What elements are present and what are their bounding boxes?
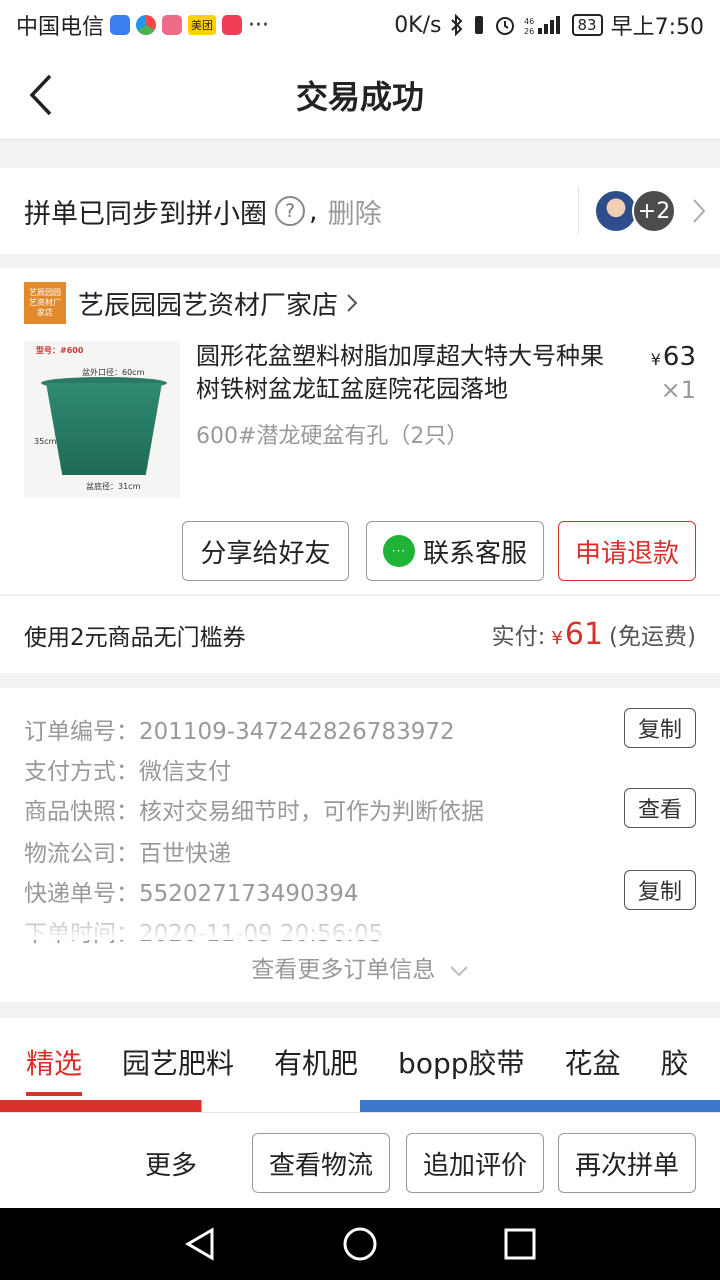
tab-tape[interactable]: 胶	[661, 1042, 689, 1082]
recommendation-banner[interactable]	[0, 1100, 720, 1112]
network-speed: 0K/s	[394, 12, 442, 38]
fade-overlay	[0, 910, 720, 940]
nav-bar: 交易成功	[0, 50, 720, 140]
snapshot-description: 核对交易细节时，可作为判断依据	[139, 799, 484, 825]
order-info-card: 订单编号：201109-347242826783972 复制 支付方式：微信支付…	[0, 688, 720, 1002]
bluetooth-icon	[450, 14, 462, 36]
tracking-number-row: 快递单号：552027173490394	[24, 874, 359, 908]
image-model-label: 型号：#600	[36, 346, 84, 355]
chevron-right-icon	[347, 294, 358, 312]
help-icon[interactable]: ?	[275, 196, 305, 226]
paid-label: 实付:	[491, 624, 546, 650]
reorder-button[interactable]: 再次拼单	[558, 1133, 696, 1193]
copy-order-number-button[interactable]: 复制	[624, 708, 696, 748]
coupon-text: 使用2元商品无门槛券	[24, 624, 246, 651]
payment-method-row: 支付方式：微信支付	[24, 752, 231, 786]
chevron-right-icon[interactable]	[692, 198, 706, 224]
product-title[interactable]: 圆形花盆塑料树脂加厚超大特大号种果树铁树盆龙缸盆庭院花园落地	[196, 340, 616, 406]
heart-app-icon	[222, 15, 243, 35]
view-snapshot-button[interactable]: 查看	[624, 788, 696, 828]
svg-text:46: 46	[524, 17, 534, 26]
tab-organic-fertilizer[interactable]: 有机肥	[274, 1042, 358, 1082]
store-name[interactable]: 艺辰园园艺资材厂家店	[78, 285, 338, 322]
browser-app-icon	[136, 15, 157, 35]
product-image[interactable]: 型号：#600 盆外口径：60cm 35cm 盆底径：31cm	[24, 341, 180, 498]
info-label: 物流公司：	[24, 841, 139, 867]
back-nav-icon[interactable]	[182, 1226, 218, 1262]
tracking-number: 552027173490394	[139, 881, 359, 907]
bottom-action-bar: 更多 查看物流 追加评价 再次拼单	[0, 1112, 720, 1208]
tab-flower-pot[interactable]: 花盆	[565, 1042, 621, 1082]
contact-service-button[interactable]: ··· 联系客服	[366, 521, 544, 581]
copy-tracking-number-button[interactable]: 复制	[624, 870, 696, 910]
carrier-label: 中国电信	[16, 15, 105, 40]
shipping-note: (免运费)	[609, 624, 696, 650]
share-button[interactable]: 分享给好友	[182, 521, 349, 581]
time: 早上7:50	[610, 15, 704, 40]
more-button[interactable]: 更多	[145, 1145, 197, 1182]
overflow-notifications-icon: ···	[248, 12, 269, 38]
system-nav-bar	[0, 1208, 720, 1280]
meituan-app-icon: 美团	[188, 15, 217, 35]
logistics-company: 百世快递	[139, 841, 231, 867]
status-bar: 中国电信 美团 ··· 0K/s 46 26 83 早上7:50	[0, 0, 720, 50]
order-number: 201109-347242826783972	[139, 719, 455, 745]
paid-total: 实付: ¥ 61 (免运费)	[492, 617, 696, 652]
tab-garden-fertilizer[interactable]: 园艺肥料	[122, 1042, 234, 1082]
add-review-button[interactable]: 追加评价	[406, 1133, 544, 1193]
delete-link[interactable]: 删除	[328, 192, 382, 231]
svg-text:26: 26	[524, 27, 534, 36]
avatar-more[interactable]: +2	[632, 189, 676, 233]
info-label: 快递单号：	[24, 881, 139, 907]
currency-symbol: ¥	[551, 628, 563, 649]
tab-bopp-tape[interactable]: bopp胶带	[398, 1042, 524, 1082]
payment-method: 微信支付	[139, 759, 231, 785]
pin-sync-text: 拼单已同步到拼小圈	[24, 198, 267, 230]
back-arrow-icon[interactable]	[22, 70, 62, 120]
price-column: ¥63 ×1	[651, 342, 696, 404]
product-quantity: ×1	[660, 376, 696, 404]
signal-icon: 4626	[524, 16, 560, 36]
product-price: ¥63	[651, 342, 696, 372]
product-spec: 600#潜龙硬盆有孔（2只）	[196, 424, 469, 449]
price-value: 63	[662, 342, 696, 372]
alarm-icon	[495, 17, 514, 35]
store-logo: 艺辰园园艺资材厂家店	[24, 282, 66, 324]
pin-comma: ,	[309, 195, 318, 227]
battery-level: 83	[571, 14, 603, 36]
payment-summary: 使用2元商品无门槛券 实付: ¥ 61 (免运费)	[0, 595, 720, 673]
store-row[interactable]: 艺辰园园艺资材厂家店 艺辰园园艺资材厂家店	[24, 282, 358, 324]
info-label: 商品快照：	[24, 799, 139, 825]
category-tabs: 精选 园艺肥料 有机肥 bopp胶带 花盆 胶	[0, 1018, 720, 1112]
recents-nav-icon[interactable]	[502, 1226, 538, 1262]
tab-featured[interactable]: 精选	[26, 1042, 83, 1096]
logistics-company-row: 物流公司：百世快递	[24, 834, 231, 868]
pot-body	[46, 383, 162, 475]
currency-symbol: ¥	[650, 350, 661, 369]
more-order-info-label: 查看更多订单信息	[251, 957, 436, 983]
paw-app-icon	[110, 15, 131, 35]
contact-service-label: 联系客服	[422, 538, 527, 569]
refund-button[interactable]: 申请退款	[558, 521, 696, 581]
snapshot-row: 商品快照：核对交易细节时，可作为判断依据	[24, 792, 484, 826]
home-nav-icon[interactable]	[342, 1226, 378, 1262]
info-label: 支付方式：	[24, 759, 139, 785]
info-label: 订单编号：	[24, 719, 139, 745]
image-height-label: 35cm	[34, 437, 57, 446]
chat-icon: ···	[382, 535, 415, 567]
pin-sync-card[interactable]: 拼单已同步到拼小圈 ? , 删除 +2	[0, 168, 720, 254]
message-app-icon	[162, 15, 183, 35]
image-bottom-label: 盆底径：31cm	[86, 482, 141, 491]
divider	[578, 186, 579, 234]
more-order-info-link[interactable]: 查看更多订单信息	[0, 950, 720, 984]
view-logistics-button[interactable]: 查看物流	[252, 1133, 390, 1193]
page-title: 交易成功	[295, 77, 424, 116]
vibrate-icon	[474, 16, 483, 34]
chevron-down-icon	[449, 966, 468, 977]
paid-amount: 61	[564, 617, 604, 652]
order-number-row: 订单编号：201109-347242826783972	[24, 712, 455, 746]
order-card: 艺辰园园艺资材厂家店 艺辰园园艺资材厂家店 型号：#600 盆外口径：60cm …	[0, 268, 720, 594]
